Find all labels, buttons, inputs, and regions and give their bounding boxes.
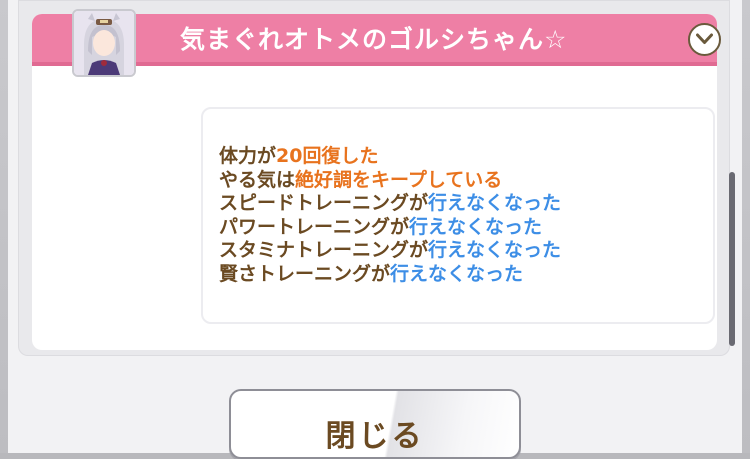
effect-highlight: 行えなくなった [409, 215, 543, 238]
event-result-dialog: 気まぐれオトメのゴルシちゃん☆ 体力が20回復した やる気は絶好調をキープしてい… [8, 0, 742, 453]
event-title: 気まぐれオトメのゴルシちゃん☆ [180, 25, 568, 54]
effect-line: やる気は絶好調をキープしている [219, 169, 561, 193]
effect-line: パワートレーニングが行えなくなった [219, 216, 561, 240]
effect-line: スタミナトレーニングが行えなくなった [219, 239, 561, 263]
effect-text: 体力が [219, 145, 277, 167]
effects-box: 体力が20回復した やる気は絶好調をキープしている スピードトレーニングが行えな… [201, 107, 715, 324]
effect-text: パワートレーニングが [219, 215, 410, 238]
effect-highlight: 行えなくなった [428, 192, 562, 214]
effect-line: 賢さトレーニングが行えなくなった [219, 263, 561, 287]
effect-text: スタミナトレーニングが [219, 239, 429, 261]
character-portrait-icon [74, 11, 134, 75]
effect-highlight: 絶好調をキープしている [295, 168, 503, 191]
effect-line: スピードトレーニングが行えなくなった [219, 192, 561, 216]
scrollbar[interactable] [729, 0, 737, 346]
collapse-button[interactable] [688, 23, 721, 56]
event-card: 気まぐれオトメのゴルシちゃん☆ 体力が20回復した やる気は絶好調をキープしてい… [32, 9, 721, 350]
scrollbar-thumb[interactable] [729, 172, 735, 346]
effect-highlight: 行えなくなった [390, 262, 524, 285]
effect-text: 賢さトレーニングが [219, 262, 391, 285]
close-button[interactable]: 閉じる [229, 389, 521, 459]
character-avatar [72, 9, 136, 77]
effect-line: 体力が20回復した [219, 145, 561, 169]
close-button-label: 閉じる [325, 419, 425, 454]
chevron-down-icon [696, 33, 713, 44]
effect-text: スピードトレーニングが [219, 192, 429, 214]
effect-highlight: 20回復した [276, 145, 379, 167]
effects-list: 体力が20回復した やる気は絶好調をキープしている スピードトレーニングが行えな… [219, 145, 561, 286]
scroll-panel[interactable]: 気まぐれオトメのゴルシちゃん☆ 体力が20回復した やる気は絶好調をキープしてい… [18, 0, 730, 356]
effect-text: やる気は [219, 168, 296, 191]
effect-highlight: 行えなくなった [428, 239, 562, 261]
